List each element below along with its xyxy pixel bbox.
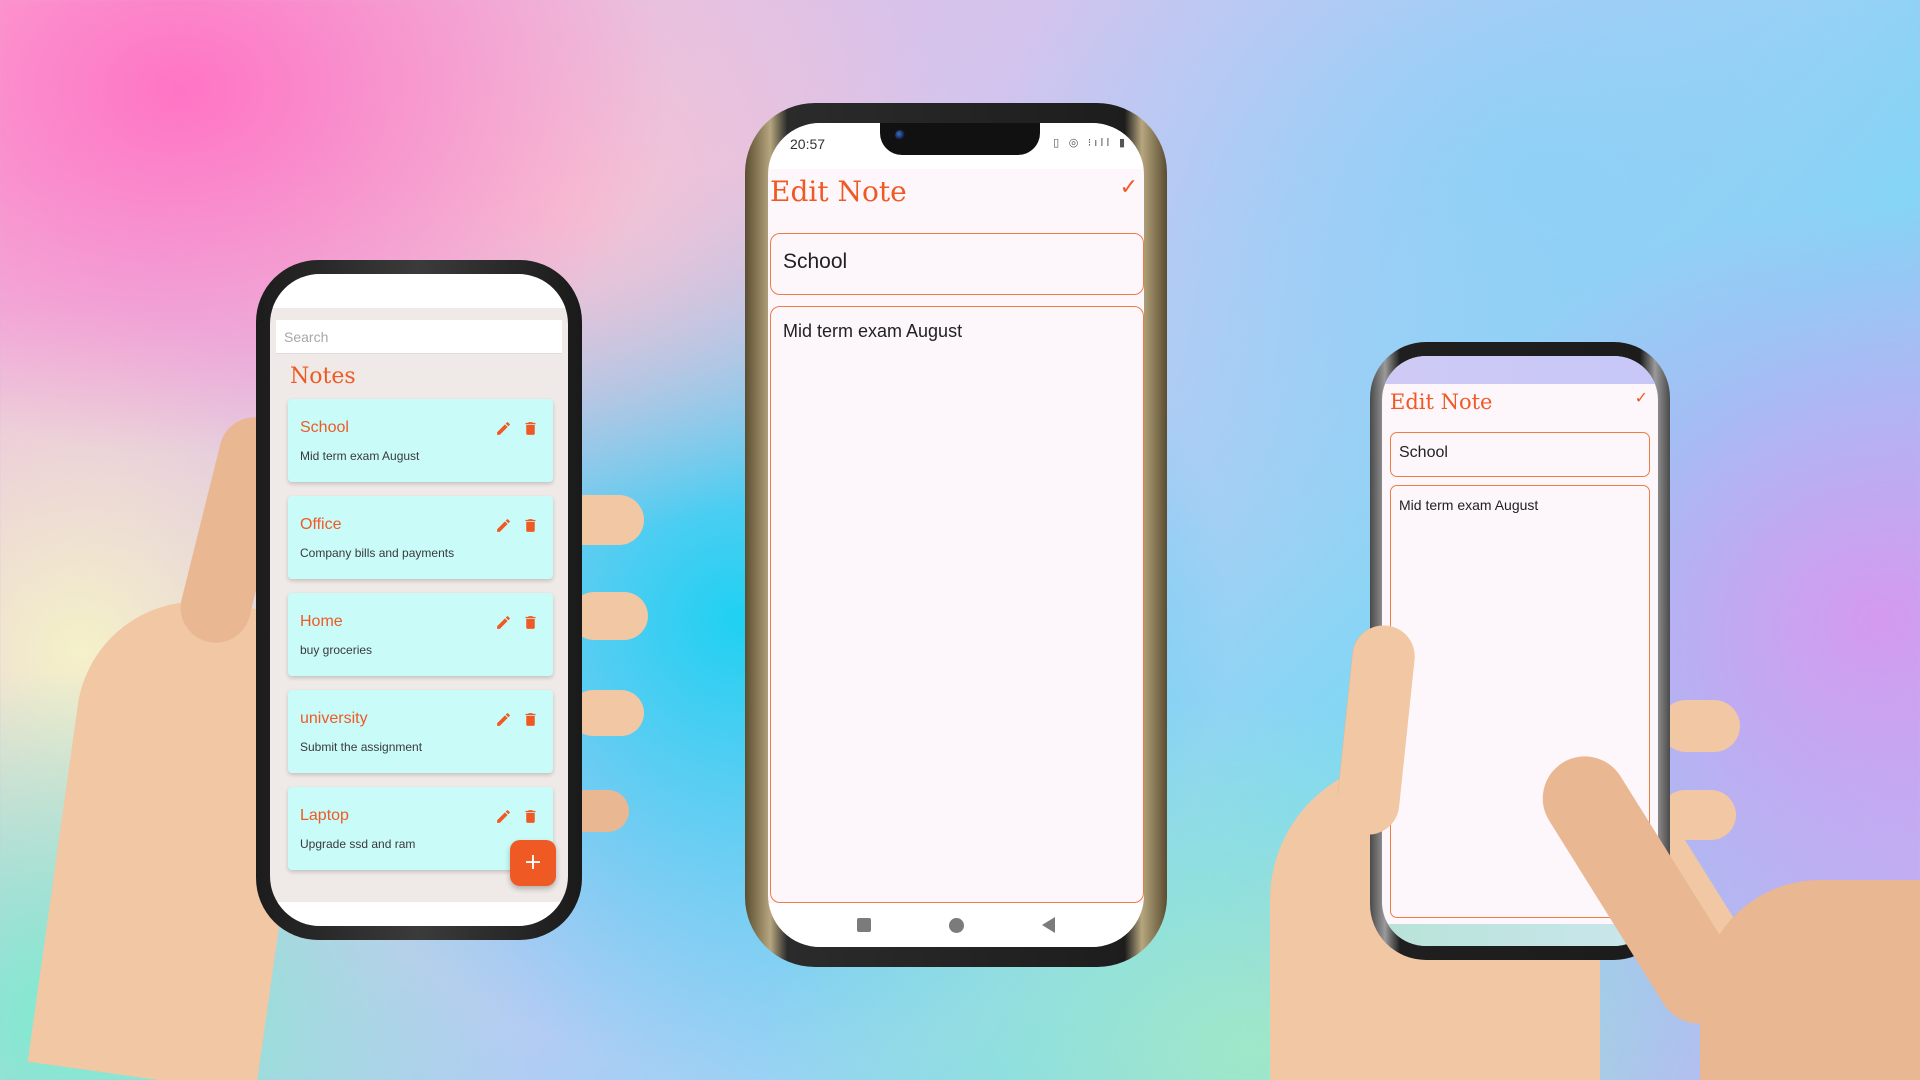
status-icons: ▯ ◎ ⁝ıll ▮ [1053,136,1128,149]
note-description: Submit the assignment [300,740,423,754]
note-title: university [300,710,368,727]
edit-note-screen: 20:57 ▯ ◎ ⁝ıll ▮ Edit Note ✓ School Mid … [768,123,1144,947]
note-body-field[interactable]: Mid term exam August [770,306,1144,903]
note-card[interactable]: Home buy groceries [288,593,553,676]
notes-list-phone: Search Notes School Mid term exam August… [256,260,582,940]
note-title: School [300,419,349,436]
status-bar [270,274,568,308]
note-title-field[interactable]: School [1390,432,1650,477]
right-hand-finger-1 [1660,700,1740,752]
pencil-icon[interactable] [495,614,512,631]
trash-icon[interactable] [522,808,539,825]
trash-icon[interactable] [522,420,539,437]
page-title: Edit Note [770,175,907,208]
status-bar [1382,356,1658,384]
notes-list-screen: Search Notes School Mid term exam August… [270,274,568,926]
camera-notch [880,123,1040,155]
camera-icon [895,130,905,140]
note-title: Office [300,516,342,533]
trash-icon[interactable] [522,614,539,631]
pencil-icon[interactable] [495,517,512,534]
recents-icon[interactable] [857,918,871,932]
note-card[interactable]: School Mid term exam August [288,399,553,482]
search-input[interactable]: Search [276,320,562,354]
page-title: Notes [290,364,356,389]
note-description: Mid term exam August [300,449,420,463]
note-title: Laptop [300,807,349,824]
note-description: Upgrade ssd and ram [300,837,416,851]
home-icon[interactable] [949,917,964,933]
add-note-button[interactable]: + [510,840,556,886]
note-description: Company bills and payments [300,546,455,560]
note-title: Home [300,613,343,630]
status-bar: 20:57 ▯ ◎ ⁝ıll ▮ [768,123,1144,169]
navigation-bar [270,902,568,926]
note-card[interactable]: university Submit the assignment [288,690,553,773]
app-header: Edit Note ✓ [768,175,1144,225]
trash-icon[interactable] [522,711,539,728]
pencil-icon[interactable] [495,711,512,728]
trash-icon[interactable] [522,517,539,534]
note-description: buy groceries [300,643,373,657]
check-icon[interactable]: ✓ [1635,388,1648,407]
back-icon[interactable] [1042,917,1055,933]
note-card[interactable]: Office Company bills and payments [288,496,553,579]
check-icon[interactable]: ✓ [1120,175,1138,200]
navigation-bar [768,903,1144,947]
page-title: Edit Note [1390,390,1493,414]
pencil-icon[interactable] [495,420,512,437]
status-time: 20:57 [790,136,826,152]
pencil-icon[interactable] [495,808,512,825]
edit-note-phone: 20:57 ▯ ◎ ⁝ıll ▮ Edit Note ✓ School Mid … [745,103,1167,967]
note-title-field[interactable]: School [770,233,1144,295]
